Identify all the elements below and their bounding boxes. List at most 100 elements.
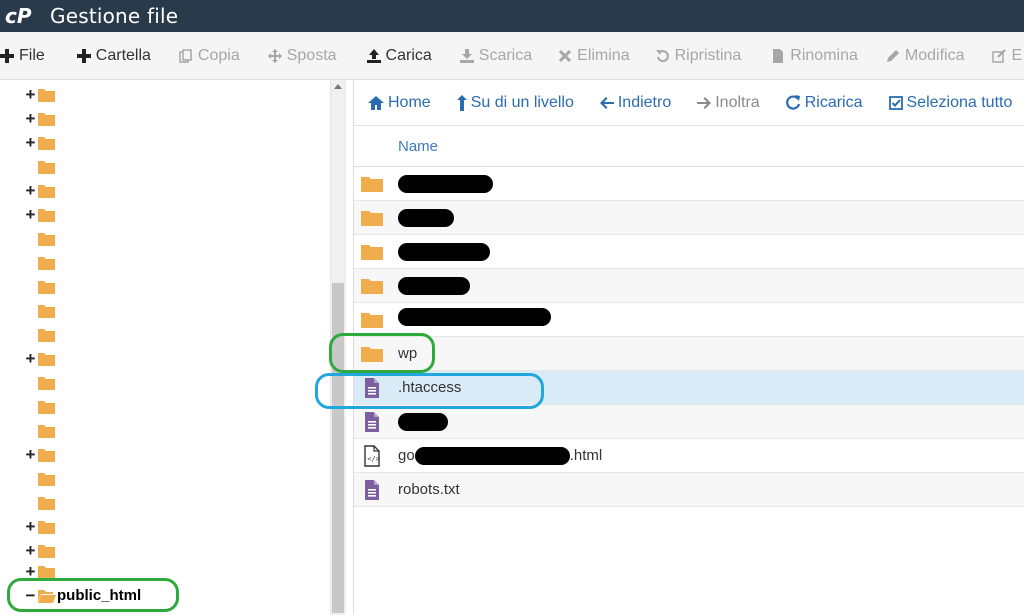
table-row[interactable]	[354, 269, 1024, 303]
copy-button[interactable]: Copia	[161, 32, 250, 79]
home-icon	[368, 95, 384, 110]
tree-item[interactable]: +	[0, 83, 330, 107]
cpanel-logo-icon[interactable]: cP	[0, 0, 40, 32]
edit-button[interactable]: Modifica	[868, 32, 975, 79]
folder-icon	[38, 89, 55, 102]
file-name[interactable]	[398, 277, 470, 296]
tree-item[interactable]	[0, 323, 330, 347]
file-name[interactable]	[398, 175, 493, 194]
tree-item[interactable]	[0, 419, 330, 443]
delete-button[interactable]: Elimina	[542, 32, 639, 79]
table-row[interactable]	[354, 405, 1024, 439]
tree-item[interactable]	[0, 491, 330, 515]
folder-icon	[38, 305, 55, 318]
tree-item[interactable]	[0, 227, 330, 251]
pencil-icon	[886, 49, 899, 62]
table-row[interactable]	[354, 167, 1024, 201]
file-name[interactable]	[398, 413, 448, 432]
arrow-left-icon	[599, 96, 614, 109]
edit-label: Modifica	[904, 46, 965, 64]
folder-icon	[361, 279, 383, 294]
tree-item[interactable]	[0, 275, 330, 299]
upload-icon	[366, 48, 381, 63]
reload-label: Ricarica	[804, 93, 863, 111]
file-name[interactable]: go .html	[398, 447, 602, 466]
folder-icon	[38, 497, 55, 510]
svg-text:</>: </>	[367, 455, 380, 463]
back-button[interactable]: Indietro	[586, 80, 683, 125]
tree-item[interactable]: +	[0, 179, 330, 203]
table-row[interactable]: robots.txt	[354, 473, 1024, 507]
svg-text:cP: cP	[5, 5, 32, 27]
table-header: Name	[354, 126, 1024, 167]
table-row[interactable]	[354, 235, 1024, 269]
move-icon	[267, 48, 282, 63]
folder-icon	[38, 473, 55, 486]
expand-toggle-icon[interactable]: +	[24, 203, 37, 227]
folder-icon	[38, 257, 55, 270]
highlight-htaccess-oval	[315, 373, 544, 409]
file-name[interactable]: robots.txt	[398, 481, 460, 498]
expand-toggle-icon[interactable]: +	[24, 107, 37, 131]
new-file-label: File	[19, 46, 45, 64]
html-editor-label: E	[1011, 46, 1023, 64]
tree-item[interactable]: +	[0, 203, 330, 227]
expand-toggle-icon[interactable]: +	[24, 347, 37, 371]
expand-toggle-icon[interactable]: +	[24, 515, 37, 539]
download-label: Scarica	[478, 46, 533, 64]
home-button[interactable]: Home	[354, 80, 443, 125]
restore-icon	[655, 49, 669, 62]
expand-toggle-icon[interactable]: +	[24, 83, 37, 107]
folder-icon	[361, 211, 383, 226]
html-editor-button[interactable]: E	[982, 32, 1024, 79]
expand-toggle-icon[interactable]: +	[24, 131, 37, 155]
navigation-bar: Home Su di un livello Indietro Inoltra R…	[354, 80, 1024, 126]
select-all-button[interactable]: Seleziona tutto	[875, 80, 1024, 125]
tree-item[interactable]	[0, 371, 330, 395]
delete-icon	[559, 49, 572, 62]
tree-item[interactable]	[0, 299, 330, 323]
delete-label: Elimina	[577, 46, 630, 64]
table-row[interactable]: wp	[354, 337, 1024, 371]
new-folder-button[interactable]: Cartella	[55, 32, 161, 79]
back-label: Indietro	[617, 93, 672, 111]
tree-item[interactable]	[0, 467, 330, 491]
expand-toggle-icon[interactable]: +	[24, 179, 37, 203]
tree-item[interactable]	[0, 251, 330, 275]
scroll-up-arrow-icon[interactable]	[334, 84, 342, 89]
tree-item[interactable]: +	[0, 443, 330, 467]
table-row[interactable]	[354, 303, 1024, 337]
folder-icon	[361, 245, 383, 260]
folder-icon	[38, 425, 55, 438]
redacted-name-block	[398, 209, 454, 228]
move-button[interactable]: Sposta	[250, 32, 347, 79]
table-row[interactable]: </> go .html	[354, 439, 1024, 473]
reload-button[interactable]: Ricarica	[772, 80, 875, 125]
table-row[interactable]	[354, 201, 1024, 235]
folder-icon	[361, 313, 383, 328]
tree-item[interactable]: +	[0, 515, 330, 539]
redacted-name-block	[398, 413, 448, 432]
download-button[interactable]: Scarica	[442, 32, 542, 79]
rename-button[interactable]: Rinomina	[759, 32, 868, 79]
tree-item[interactable]: +	[0, 347, 330, 371]
restore-button[interactable]: Ripristina	[640, 32, 752, 79]
file-name[interactable]	[398, 308, 551, 328]
redacted-name-block	[414, 447, 570, 466]
file-name[interactable]	[398, 243, 490, 262]
folder-icon	[38, 233, 55, 246]
tree-item[interactable]	[0, 395, 330, 419]
new-file-button[interactable]: File	[0, 32, 55, 79]
column-header-name[interactable]: Name	[398, 138, 438, 155]
text-file-icon	[365, 480, 379, 500]
folder-tree: + + + + + + + + + + − public_html	[0, 80, 330, 615]
tree-item[interactable]: +	[0, 131, 330, 155]
folder-icon	[38, 377, 55, 390]
expand-toggle-icon[interactable]: +	[24, 443, 37, 467]
file-name[interactable]	[398, 209, 454, 228]
tree-item[interactable]: +	[0, 107, 330, 131]
tree-item[interactable]	[0, 155, 330, 179]
up-one-level-button[interactable]: Su di un livello	[443, 80, 586, 125]
forward-button[interactable]: Inoltra	[683, 80, 771, 125]
upload-button[interactable]: Carica	[347, 32, 442, 79]
